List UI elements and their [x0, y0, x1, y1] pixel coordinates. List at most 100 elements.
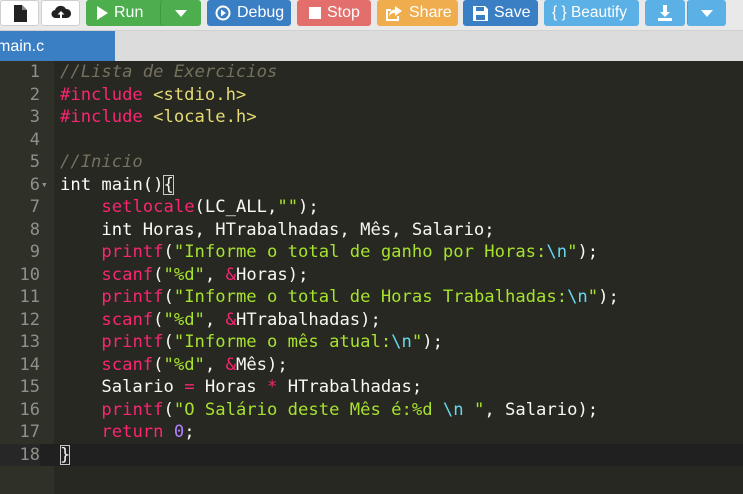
- code-token: printf: [101, 287, 164, 307]
- code-text: printf("Informe o total de ganho por Hor…: [60, 241, 598, 264]
- code-token: "": [277, 197, 299, 217]
- code-token: ,: [204, 309, 226, 330]
- line-number: 7: [29, 197, 40, 217]
- code-token: HTrabalhadas;: [277, 377, 423, 397]
- line-number: 3: [29, 107, 40, 127]
- code-token: Horas, HTrabalhadas, Mês, Salario;: [132, 219, 495, 240]
- code-token: int: [101, 219, 133, 240]
- code-token: );: [298, 197, 319, 217]
- code-text: int Horas, HTrabalhadas, Mês, Salario;: [60, 219, 495, 242]
- line-number: 13: [19, 332, 40, 352]
- code-text: scanf("%d", &HTrabalhadas);: [60, 309, 381, 332]
- code-token: ": [587, 287, 599, 307]
- stop-label: Stop: [327, 4, 360, 21]
- chevron-down-icon: [175, 9, 187, 17]
- code-line[interactable]: 6 ▾ int main(){: [0, 174, 743, 197]
- play-icon: [96, 6, 108, 20]
- line-number: 17: [19, 422, 40, 442]
- download-options-dropdown[interactable]: [687, 0, 726, 26]
- code-line[interactable]: 10 scanf("%d", &Horas);: [0, 264, 743, 287]
- code-token: "%d": [163, 264, 205, 285]
- run-options-dropdown[interactable]: [160, 0, 201, 26]
- new-file-button[interactable]: [0, 0, 39, 26]
- code-line[interactable]: 5 //Inicio: [0, 151, 743, 174]
- share-label: Share: [409, 4, 452, 21]
- code-editor[interactable]: 1 //Lista de Exercicios 2 #include <stdio.h…: [0, 61, 743, 494]
- code-token: HTrabalhadas);: [235, 309, 381, 330]
- line-number: 10: [19, 264, 40, 285]
- code-line[interactable]: 8 int Horas, HTrabalhadas, Mês, Salario;: [0, 219, 743, 242]
- code-text: printf("Informe o mês atual:\n");: [60, 331, 443, 354]
- code-token: &: [225, 354, 236, 375]
- code-line[interactable]: 16 printf("O Salário deste Mês é:%d \n "…: [0, 399, 743, 422]
- stop-button[interactable]: Stop: [297, 0, 371, 26]
- code-token: ": [463, 399, 485, 420]
- debug-label: Debug: [237, 4, 285, 21]
- beautify-button[interactable]: { } Beautify: [544, 0, 639, 26]
- code-line[interactable]: 9 printf("Informe o total de ganho por H…: [0, 241, 743, 264]
- code-area[interactable]: 1 //Lista de Exercicios 2 #include <stdio.h…: [0, 61, 743, 494]
- code-token: setlocale: [101, 197, 195, 217]
- line-number: 8: [29, 219, 40, 240]
- code-token: "O Salário deste Mês é:%d: [173, 399, 443, 420]
- chevron-down-icon: [701, 9, 713, 17]
- code-line[interactable]: 17 return 0;: [0, 421, 743, 444]
- run-label: Run: [114, 4, 144, 21]
- debug-button[interactable]: Debug: [207, 0, 291, 26]
- code-line[interactable]: 14 scanf("%d", &Mês);: [0, 354, 743, 377]
- code-token: printf: [101, 332, 164, 352]
- code-text: }: [60, 444, 71, 467]
- line-number: 11: [19, 287, 40, 307]
- code-token: (: [153, 354, 164, 375]
- tab-main-c[interactable]: main.c: [0, 31, 115, 61]
- code-token: "Informe o total de ganho por Horas:: [173, 242, 547, 262]
- code-token: scanf: [101, 309, 154, 330]
- code-line[interactable]: 7 setlocale(LC_ALL,"");: [0, 196, 743, 219]
- code-token: //Lista de Exercicios: [60, 62, 278, 82]
- code-line[interactable]: 2 #include <stdio.h>: [0, 84, 743, 107]
- code-line[interactable]: 15 Salario = Horas * HTrabalhadas;: [0, 376, 743, 399]
- code-text: scanf("%d", &Horas);: [60, 264, 308, 287]
- share-button[interactable]: Share: [377, 0, 458, 26]
- code-token: <stdio.h>: [153, 84, 247, 105]
- code-token: &: [225, 309, 236, 330]
- code-line[interactable]: 12 scanf("%d", &HTrabalhadas);: [0, 309, 743, 332]
- upload-button[interactable]: [41, 0, 80, 26]
- code-line[interactable]: 1 //Lista de Exercicios: [0, 61, 743, 84]
- save-button[interactable]: Save: [463, 0, 538, 26]
- download-icon: [657, 5, 673, 21]
- debug-icon: [215, 5, 231, 21]
- code-line[interactable]: 11 printf("Informe o total de Horas Trab…: [0, 286, 743, 309]
- code-token: (: [163, 242, 174, 262]
- code-token: }: [60, 444, 71, 465]
- code-token: printf: [101, 399, 164, 420]
- code-token: );: [598, 287, 619, 307]
- code-line[interactable]: 4: [0, 129, 743, 152]
- file-tab-bar: main.c: [0, 31, 743, 61]
- code-token: (: [163, 399, 174, 420]
- code-line[interactable]: 3 #include <locale.h>: [0, 106, 743, 129]
- code-token: (: [153, 264, 164, 285]
- line-number: 1: [29, 62, 40, 82]
- run-button[interactable]: Run: [86, 0, 171, 26]
- code-token: (: [153, 309, 164, 330]
- line-number: 12: [19, 309, 40, 330]
- code-line[interactable]: 13 printf("Informe o mês atual:\n");: [0, 331, 743, 354]
- floppy-disk-icon: [473, 5, 488, 21]
- fold-toggle-icon[interactable]: ▾: [41, 174, 53, 197]
- code-token: #include: [60, 107, 154, 127]
- share-icon: [385, 5, 403, 21]
- line-number: 16: [19, 399, 40, 420]
- download-button[interactable]: [645, 0, 685, 26]
- code-line[interactable]: 18}: [0, 443, 743, 467]
- code-token: \n: [391, 332, 412, 352]
- code-token: "%d": [163, 354, 205, 375]
- line-number: 2: [29, 84, 40, 105]
- code-token: );: [422, 332, 443, 352]
- code-token: printf: [101, 242, 164, 262]
- line-number: 5: [29, 152, 40, 172]
